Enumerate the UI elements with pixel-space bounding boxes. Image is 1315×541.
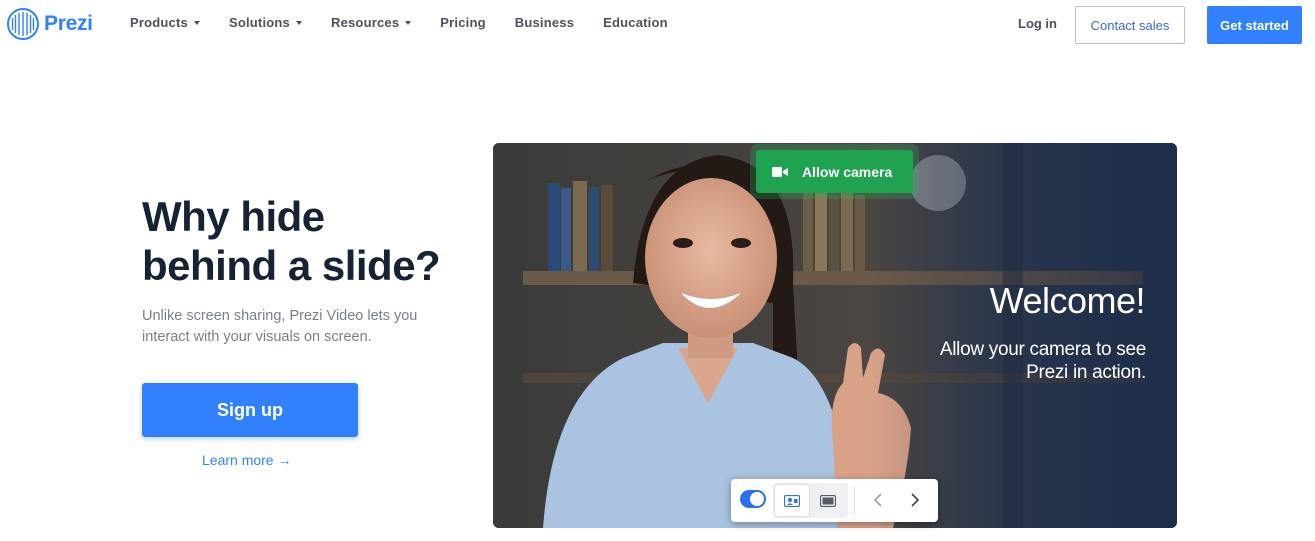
- screen-layout-icon: [820, 494, 836, 507]
- welcome-sub-line2: Prezi in action.: [1026, 362, 1146, 383]
- nav-solutions[interactable]: Solutions: [229, 15, 302, 30]
- person-layout-button[interactable]: [775, 485, 809, 516]
- chevron-down-icon: [295, 21, 302, 25]
- hero-title-line2: behind a slide?: [142, 242, 441, 289]
- chevron-down-icon: [193, 21, 200, 25]
- get-started-button[interactable]: Get started: [1207, 6, 1302, 44]
- hero-title: Why hide behind a slide?: [142, 192, 472, 290]
- nav-resources-label: Resources: [330, 15, 400, 30]
- hero-title-line1: Why hide: [142, 193, 325, 240]
- learn-more-link[interactable]: Learn more →: [202, 452, 291, 468]
- video-camera-icon: [772, 166, 788, 177]
- controls-divider: [854, 486, 855, 515]
- chevron-left-icon[interactable]: [869, 490, 889, 510]
- prezi-logo-icon: [7, 8, 39, 40]
- video-controls-bar: [731, 479, 938, 522]
- nav-products-label: Products: [130, 15, 188, 30]
- screen-layout-button[interactable]: [811, 485, 845, 516]
- person-layout-icon: [784, 494, 800, 507]
- main-menu: Products Solutions Resources Pricing Bus…: [130, 15, 697, 30]
- camera-toggle[interactable]: [740, 490, 766, 508]
- chevron-right-icon[interactable]: [904, 490, 924, 510]
- nav-resources[interactable]: Resources: [330, 15, 412, 30]
- presenter-video-image: [493, 143, 1177, 528]
- nav-products[interactable]: Products: [130, 15, 200, 30]
- contact-sales-button[interactable]: Contact sales: [1075, 6, 1185, 44]
- toggle-knob: [750, 492, 764, 506]
- layout-mode-group: [773, 483, 848, 518]
- nav-solutions-label: Solutions: [228, 15, 290, 30]
- welcome-heading: Welcome!: [989, 280, 1146, 321]
- chevron-down-icon: [405, 21, 412, 25]
- prezi-logo[interactable]: Prezi: [7, 8, 93, 40]
- sign-up-button[interactable]: Sign up: [142, 383, 358, 437]
- brand-name: Prezi: [44, 12, 93, 35]
- allow-camera-button[interactable]: Allow camera: [756, 150, 913, 193]
- welcome-sub-line1: Allow your camera to see: [939, 339, 1146, 360]
- nav-education-label: Education: [603, 15, 668, 30]
- nav-business[interactable]: Business: [515, 15, 574, 30]
- login-link[interactable]: Log in: [1018, 16, 1057, 31]
- nav-pricing-label: Pricing: [440, 15, 486, 30]
- nav-business-label: Business: [514, 15, 575, 30]
- video-preview: [493, 143, 1177, 528]
- nav-education[interactable]: Education: [603, 15, 668, 30]
- welcome-subtitle: Allow your camera to see Prezi in action…: [880, 338, 1146, 384]
- nav-pricing[interactable]: Pricing: [440, 15, 485, 30]
- top-nav: Prezi Products Solutions Resources Prici…: [0, 0, 1315, 48]
- allow-camera-label: Allow camera: [802, 163, 893, 180]
- hero-subtitle: Unlike screen sharing, Prezi Video lets …: [142, 308, 418, 345]
